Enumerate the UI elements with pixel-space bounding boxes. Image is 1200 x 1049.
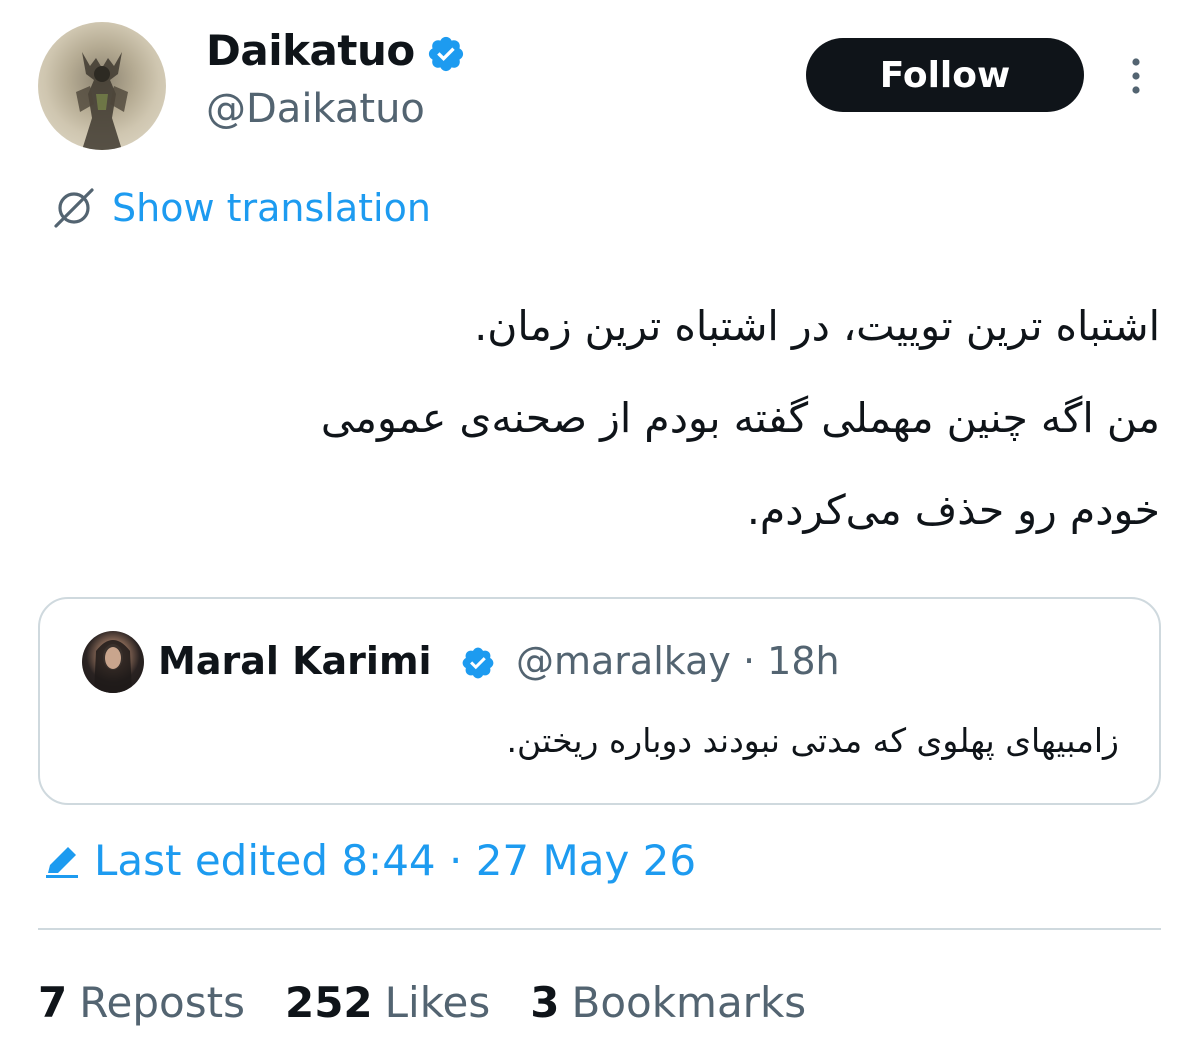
bookmarks-stat[interactable]: 3 Bookmarks: [530, 978, 806, 1027]
last-edited-label: Last edited 8:44 · 27 May 26: [94, 836, 697, 885]
show-translation-link[interactable]: Show translation: [50, 184, 431, 232]
quote-author-handle: @maralkay: [516, 639, 731, 683]
engagement-stats: 7 Reposts 252 Likes 3 Bookmarks: [38, 978, 846, 1027]
likes-label: Likes: [384, 978, 491, 1027]
divider: [38, 928, 1161, 930]
bookmarks-label: Bookmarks: [571, 978, 807, 1027]
translate-icon: [54, 188, 94, 228]
quote-meta: @maralkay · 18h: [516, 639, 840, 683]
more-options-icon[interactable]: [1124, 56, 1148, 96]
tweet-body: اشتباه ترین توییت، در اشتباه ترین زمان. …: [120, 280, 1160, 556]
avatar-figure: [76, 52, 128, 150]
reposts-label: Reposts: [79, 978, 245, 1027]
follow-button[interactable]: Follow: [806, 38, 1084, 112]
quote-author-name: Maral Karimi: [158, 639, 432, 683]
verified-badge-icon: [428, 36, 464, 72]
tweet-line: اشتباه ترین توییت، در اشتباه ترین زمان.: [474, 302, 1160, 350]
author-avatar[interactable]: [38, 22, 166, 150]
reposts-count: 7: [38, 978, 68, 1027]
tweet-line: خودم رو حذف می‌کردم.: [746, 486, 1160, 534]
quote-avatar-figure: [94, 640, 132, 693]
edit-pencil-icon: [46, 846, 78, 878]
verified-badge-icon: [462, 647, 494, 679]
tweet-line: من اگه چنین مهملی گفته بودم از صحنه‌ی عم…: [320, 394, 1160, 442]
last-edited-link[interactable]: Last edited 8:44 · 27 May 26: [42, 836, 696, 885]
quote-timestamp: · 18h: [742, 639, 840, 683]
show-translation-label: Show translation: [112, 186, 431, 230]
reposts-stat[interactable]: 7 Reposts: [38, 978, 245, 1027]
author-display-name[interactable]: Daikatuo: [206, 26, 415, 75]
likes-count: 252: [284, 978, 373, 1027]
quoted-tweet-card[interactable]: Maral Karimi @maralkay · 18h زامبیهای په…: [38, 597, 1161, 805]
author-handle[interactable]: @Daikatuo: [206, 86, 425, 132]
quote-text: زامبیهای پهلوی که مدتی نبودند دوباره ریخ…: [506, 721, 1120, 760]
quote-author-avatar: [82, 631, 144, 693]
likes-stat[interactable]: 252 Likes: [285, 978, 490, 1027]
bookmarks-count: 3: [530, 978, 560, 1027]
